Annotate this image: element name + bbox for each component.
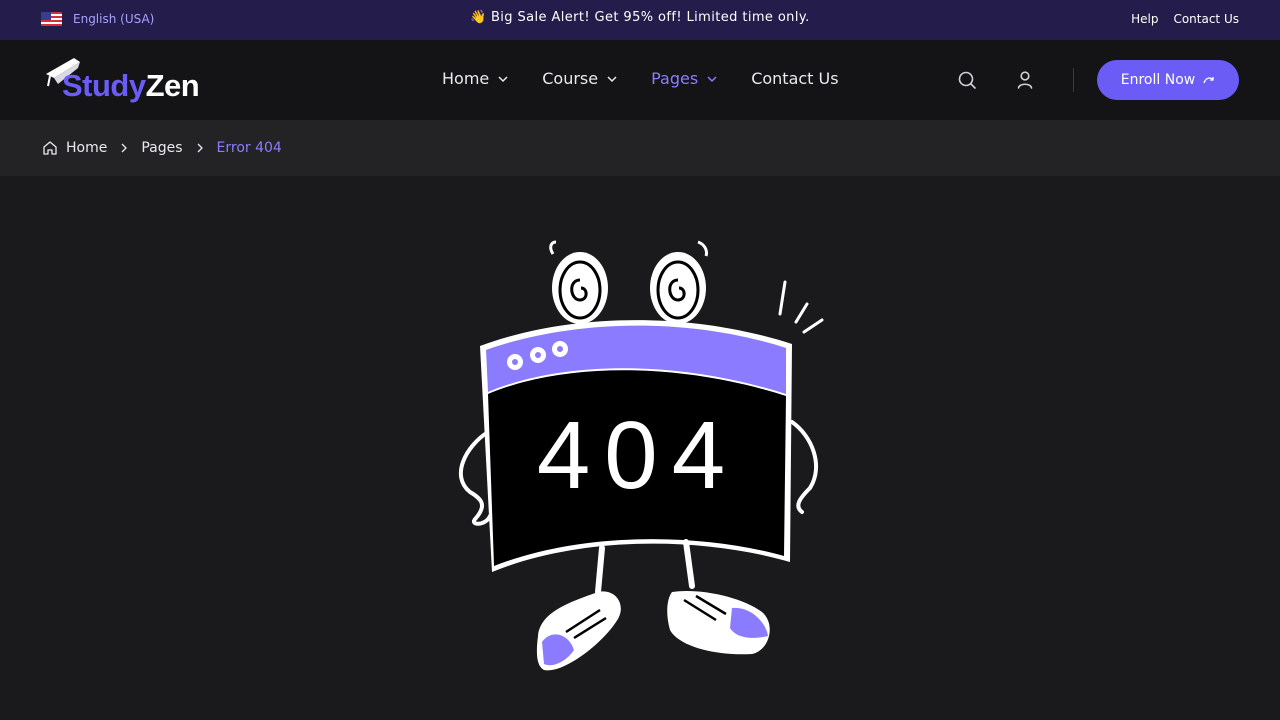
breadcrumb-current: Error 404 [217,140,282,156]
announcement: 👋 Big Sale Alert! Get 95% off! Limited ti… [0,10,1280,25]
nav-contact-us[interactable]: Contact Us [751,69,838,88]
main-header: StudyZen Home Course Pages Contact Us En… [0,40,1280,120]
enroll-now-label: Enroll Now [1120,72,1196,88]
eyes [549,240,708,324]
logo-text-study: Study [62,68,146,103]
main-nav: Home Course Pages Contact Us [442,69,839,88]
chevron-right-icon [121,143,128,153]
breadcrumb-current-label: Error 404 [216,140,282,156]
chevron-down-icon [607,75,617,82]
contact-us-top-link[interactable]: Contact Us [1173,12,1239,26]
waving-hand-icon: 👋 [470,10,487,25]
breadcrumb-home[interactable]: Home [42,140,107,156]
shoes [536,590,770,671]
enroll-now-button[interactable]: Enroll Now [1097,60,1239,100]
nav-course[interactable]: Course [542,69,618,88]
nav-home-label: Home [442,69,490,88]
legs [595,539,695,595]
search-icon[interactable] [957,70,977,90]
user-icon[interactable] [1015,70,1035,90]
nav-pages-label: Pages [651,69,699,88]
error-404-illustration: 404 [458,240,824,671]
announcement-text: Big Sale Alert! Get 95% off! Limited tim… [490,10,810,25]
breadcrumb-home-label: Home [66,140,108,156]
top-links: Help Contact Us [1131,12,1239,26]
breadcrumb: Home Pages Error 404 [0,120,1280,176]
logo[interactable]: StudyZen [44,56,224,104]
chevron-down-icon [498,75,508,82]
nav-course-label: Course [542,69,599,88]
chevron-right-icon [197,143,203,153]
breadcrumb-pages-label: Pages [141,140,183,156]
illustration-404-text: 404 [537,402,739,509]
logo-text-zen: Zen [145,68,200,103]
breadcrumb-pages[interactable]: Pages [141,140,182,156]
arrow-icon [1203,77,1214,84]
help-link[interactable]: Help [1131,12,1158,26]
surprise-marks [778,280,824,334]
nav-home[interactable]: Home [442,69,509,88]
chevron-down-icon [707,75,717,82]
nav-contact-us-label: Contact Us [751,69,839,88]
logo-text: StudyZen [62,68,200,104]
top-bar: English (USA) 👋 Big Sale Alert! Get 95% o… [0,0,1280,40]
home-icon [43,141,57,155]
nav-pages[interactable]: Pages [651,69,718,88]
header-divider [1073,68,1074,92]
